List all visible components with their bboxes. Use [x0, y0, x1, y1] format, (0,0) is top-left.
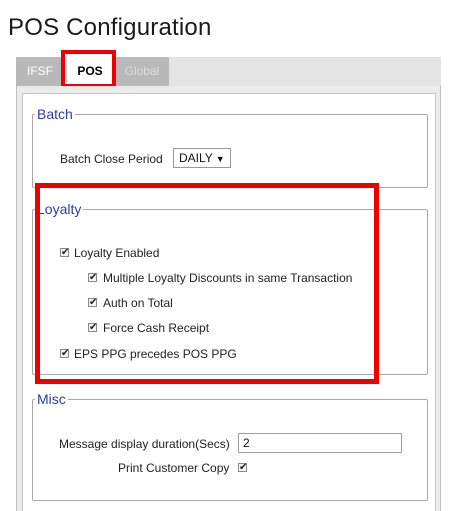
print-customer-copy-label: Print Customer Copy [118, 461, 230, 475]
tab-bar: IFSF POS Global [16, 57, 441, 86]
eps-ppg-precedes-label: EPS PPG precedes POS PPG [74, 347, 237, 361]
print-customer-copy-checkbox[interactable]: ✔ [238, 463, 247, 473]
misc-legend: Misc [37, 391, 66, 407]
batch-close-period-select[interactable]: DAILY ▼ [173, 148, 231, 168]
force-cash-receipt-checkbox[interactable]: ✔ [88, 323, 97, 333]
message-duration-input[interactable]: 2 [238, 433, 402, 453]
batch-close-period-value: DAILY [179, 151, 213, 165]
loyalty-legend: Loyalty [37, 201, 82, 217]
message-duration-label: Message display duration(Secs) [59, 437, 230, 451]
multiple-loyalty-discounts-checkbox[interactable]: ✔ [88, 273, 97, 283]
auth-on-total-checkbox[interactable]: ✔ [88, 298, 97, 308]
loyalty-enabled-checkbox[interactable]: ✔ [60, 248, 69, 258]
chevron-down-icon: ▼ [215, 154, 225, 164]
page-title: POS Configuration [8, 14, 212, 41]
batch-group: Batch [32, 106, 428, 188]
tab-pos[interactable]: POS [67, 57, 113, 86]
auth-on-total-label: Auth on Total [103, 296, 173, 310]
batch-legend: Batch [37, 106, 73, 122]
multiple-loyalty-discounts-label: Multiple Loyalty Discounts in same Trans… [103, 271, 353, 285]
tab-ifsf[interactable]: IFSF [16, 57, 64, 86]
eps-ppg-precedes-checkbox[interactable]: ✔ [60, 349, 69, 359]
batch-close-period-label: Batch Close Period [60, 152, 163, 166]
tab-global[interactable]: Global [115, 57, 169, 86]
loyalty-enabled-label: Loyalty Enabled [74, 246, 160, 260]
force-cash-receipt-label: Force Cash Receipt [103, 321, 210, 335]
